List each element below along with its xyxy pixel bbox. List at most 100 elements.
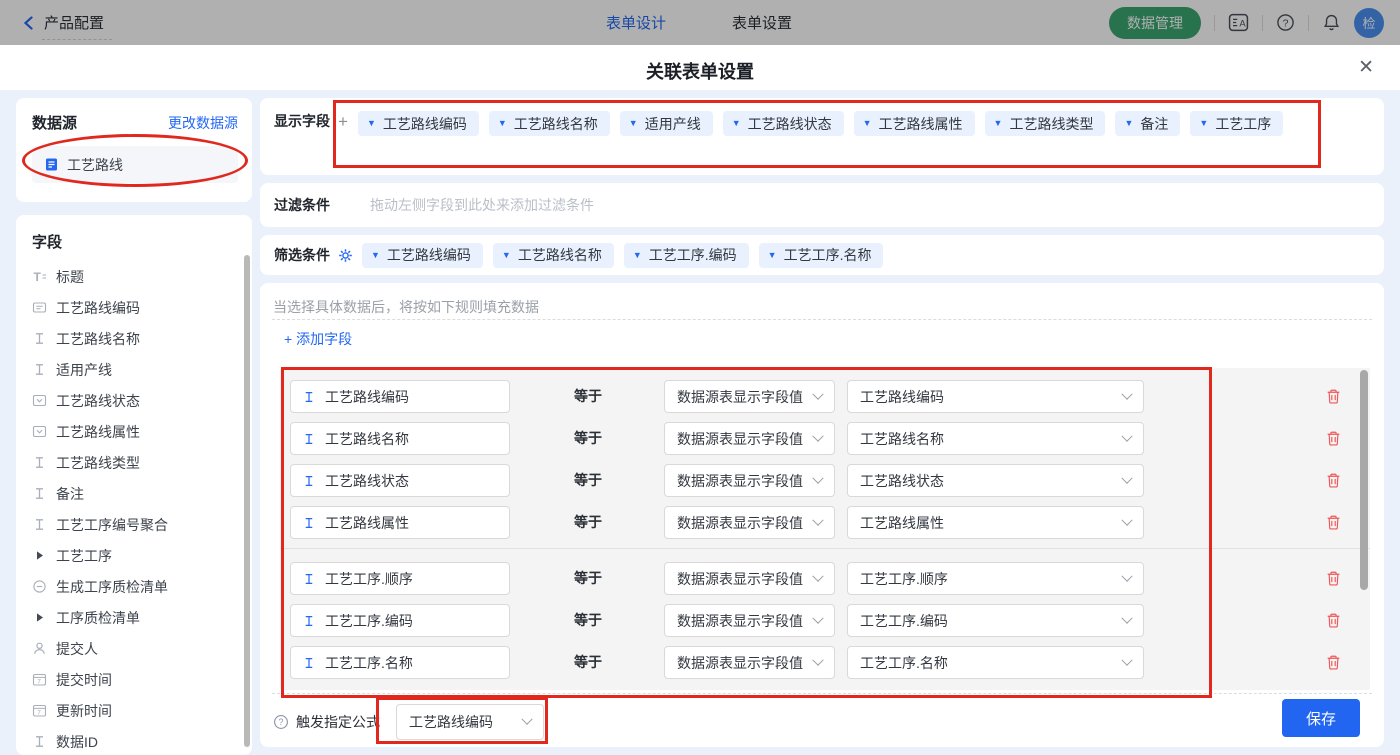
source-field-select[interactable]: 工艺路线名称: [847, 422, 1144, 455]
trash-icon[interactable]: [1325, 388, 1342, 405]
field-tag[interactable]: 工艺路线名称: [488, 111, 610, 136]
source-field-select[interactable]: 工艺路线编码: [847, 380, 1144, 413]
field-label: 标题: [56, 268, 84, 285]
add-display-field-button[interactable]: [338, 112, 348, 132]
rule-field-input[interactable]: 工艺路线属性: [290, 506, 510, 539]
tab-form-design[interactable]: 表单设计: [606, 12, 666, 33]
field-list-item[interactable]: 提交时间: [32, 664, 252, 695]
field-list-item[interactable]: 数据ID: [32, 726, 252, 755]
text-icon: [32, 362, 47, 377]
field-list-item[interactable]: 工艺路线属性: [32, 416, 252, 447]
field-list-item[interactable]: 工艺路线状态: [32, 385, 252, 416]
help-icon[interactable]: [273, 714, 289, 730]
field-list-item[interactable]: 生成工序质检清单: [32, 571, 252, 602]
field-tag[interactable]: 工艺工序: [1190, 111, 1284, 136]
trash-icon[interactable]: [1325, 430, 1342, 447]
field-tag[interactable]: 备注: [1115, 111, 1181, 136]
source-type-select[interactable]: 数据源表显示字段值: [664, 380, 835, 413]
field-list-item[interactable]: 更新时间: [32, 695, 252, 726]
field-tag[interactable]: 工艺路线类型: [984, 111, 1106, 136]
rules-scrollbar-thumb[interactable]: [1360, 370, 1368, 590]
field-tag[interactable]: 适用产线: [619, 111, 713, 136]
field-tag[interactable]: 工艺路线编码: [357, 111, 479, 136]
avatar[interactable]: 检: [1354, 7, 1384, 38]
chevron-down-icon: [1121, 430, 1133, 442]
translate-icon[interactable]: [1228, 12, 1249, 33]
chevron-down-icon: [1121, 388, 1133, 400]
source-field-select[interactable]: 工艺路线状态: [847, 464, 1144, 497]
text-icon: [32, 455, 47, 470]
source-field-select[interactable]: 工艺工序.编码: [847, 604, 1144, 637]
text-field-icon: [302, 432, 316, 446]
rule-field-input[interactable]: 工艺路线状态: [290, 464, 510, 497]
tab-form-settings[interactable]: 表单设置: [732, 12, 792, 33]
field-list-item[interactable]: 工序质检清单: [32, 602, 252, 633]
add-field-link[interactable]: 添加字段: [284, 329, 352, 349]
source-type-select[interactable]: 数据源表显示字段值: [664, 464, 835, 497]
field-list-item[interactable]: 工艺路线编码: [32, 292, 252, 323]
field-list-item[interactable]: 备注: [32, 478, 252, 509]
fields-title: 字段: [32, 234, 63, 251]
gear-icon[interactable]: [338, 248, 353, 263]
datasource-panel: 数据源 更改数据源 工艺路线: [16, 98, 252, 202]
source-type-select[interactable]: 数据源表显示字段值: [664, 422, 835, 455]
rule-field-input[interactable]: 工艺工序.顺序: [290, 562, 510, 595]
rule-field-input[interactable]: 工艺路线编码: [290, 380, 510, 413]
chevron-down-icon: [812, 472, 824, 484]
field-list-item[interactable]: 提交人: [32, 633, 252, 664]
trash-icon[interactable]: [1325, 570, 1342, 587]
source-type-select[interactable]: 数据源表显示字段值: [664, 562, 835, 595]
field-tag[interactable]: 工艺工序.名称: [758, 242, 884, 268]
field-tag[interactable]: 工艺路线名称: [492, 242, 614, 268]
field-list-item[interactable]: 标题: [32, 261, 252, 292]
toggle-icon: [32, 579, 47, 594]
trigger-field-select[interactable]: 工艺路线编码: [396, 704, 544, 740]
caret-down-icon: [994, 119, 1003, 128]
field-list-item[interactable]: 适用产线: [32, 354, 252, 385]
field-label: 工艺路线属性: [56, 423, 140, 440]
rule-field-input[interactable]: 工艺路线名称: [290, 422, 510, 455]
chevron-down-icon: [1121, 514, 1133, 526]
datasource-item-selected[interactable]: 工艺路线: [32, 146, 238, 183]
calendar-icon: [32, 672, 47, 687]
text-icon: [32, 331, 47, 346]
fields-scrollbar-thumb[interactable]: [244, 255, 250, 747]
close-icon[interactable]: ✕: [1358, 56, 1374, 79]
help-icon[interactable]: [1276, 13, 1295, 32]
trash-icon[interactable]: [1325, 472, 1342, 489]
chevron-down-icon: [812, 430, 824, 442]
field-list-item[interactable]: 工艺工序编号聚合: [32, 509, 252, 540]
trash-icon[interactable]: [1325, 654, 1342, 671]
bell-icon[interactable]: [1322, 13, 1341, 32]
source-type-select[interactable]: 数据源表显示字段值: [664, 506, 835, 539]
change-datasource-link[interactable]: 更改数据源: [168, 113, 238, 133]
trash-icon[interactable]: [1325, 612, 1342, 629]
document-icon: [44, 157, 59, 172]
rule-field-input[interactable]: 工艺工序.名称: [290, 646, 510, 679]
back-navigation[interactable]: 产品配置: [22, 0, 113, 45]
text-icon: [32, 734, 47, 749]
source-field-select[interactable]: 工艺工序.顺序: [847, 562, 1144, 595]
data-manage-button[interactable]: 数据管理: [1109, 6, 1201, 39]
trash-icon[interactable]: [1325, 514, 1342, 531]
source-type-select[interactable]: 数据源表显示字段值: [664, 646, 835, 679]
save-button[interactable]: 保存: [1282, 699, 1360, 737]
divider: [1214, 14, 1215, 31]
field-tag[interactable]: 工艺路线编码: [362, 242, 483, 268]
field-tag[interactable]: 工艺工序.编码: [623, 242, 749, 268]
caret-down-icon: [502, 251, 511, 260]
fields-list: 标题 工艺路线编码 工艺路线名称 适用产线 工艺路线状态 工艺路线属性 工艺路线…: [32, 261, 252, 755]
field-list-item[interactable]: 工艺路线名称: [32, 323, 252, 354]
calendar-icon: [32, 703, 47, 718]
field-tag[interactable]: 工艺路线属性: [853, 111, 975, 136]
source-field-select[interactable]: 工艺路线属性: [847, 506, 1144, 539]
divider: [272, 319, 1372, 320]
field-list-item[interactable]: 工艺路线类型: [32, 447, 252, 478]
select-icon: [32, 393, 47, 408]
source-field-select[interactable]: 工艺工序.名称: [847, 646, 1144, 679]
field-tag[interactable]: 工艺路线状态: [722, 111, 844, 136]
rule-field-input[interactable]: 工艺工序.编码: [290, 604, 510, 637]
rule-row: 工艺路线名称 等于 数据源表显示字段值 工艺路线名称: [280, 422, 1370, 455]
field-list-item[interactable]: 工艺工序: [32, 540, 252, 571]
source-type-select[interactable]: 数据源表显示字段值: [664, 604, 835, 637]
